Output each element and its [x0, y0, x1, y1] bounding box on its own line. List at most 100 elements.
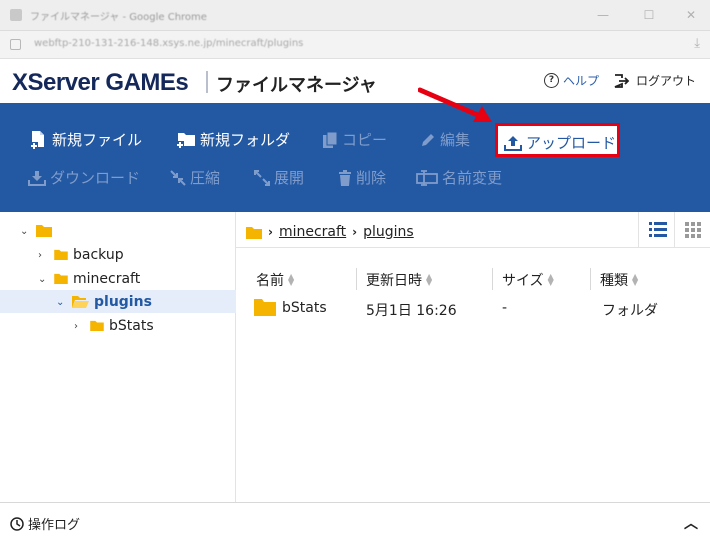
column-header-label: 種類	[600, 273, 628, 289]
minimize-window-button[interactable]: —	[590, 5, 616, 25]
column-header-modified[interactable]: 更新日時 ▲ ▼	[366, 270, 432, 290]
rename-label: 名前変更	[442, 169, 503, 187]
clock-icon	[10, 516, 24, 531]
chevron-up-icon[interactable]: ︿	[684, 513, 698, 533]
column-header-label: サイズ	[502, 273, 544, 289]
rename-icon	[416, 169, 438, 186]
download-icon[interactable]: ⤓	[694, 36, 700, 51]
compress-button[interactable]: 圧縮	[170, 167, 220, 188]
row-type: フォルダ	[602, 303, 658, 319]
operation-log-bar[interactable]: 操作ログ ︿	[0, 502, 710, 541]
download-label: ダウンロード	[50, 169, 141, 187]
url-text: webftp-210-131-216-148.xsys.ne.jp/minecr…	[34, 38, 304, 49]
help-link[interactable]: ? ヘルプ	[544, 72, 599, 89]
tree-item-label: minecraft	[73, 270, 141, 287]
copy-icon	[323, 131, 338, 148]
folder-icon	[54, 249, 68, 260]
new-folder-button[interactable]: 新規フォルダ	[176, 129, 290, 150]
copy-button[interactable]: コピー	[322, 129, 387, 150]
column-header-type[interactable]: 種類 ▲ ▼	[600, 270, 638, 290]
row-size: -	[502, 300, 508, 316]
breadcrumb-minecraft[interactable]: minecraft	[279, 224, 346, 240]
column-header-size[interactable]: サイズ ▲ ▼	[502, 270, 554, 290]
new-folder-label: 新規フォルダ	[200, 131, 291, 149]
chevron-right-icon: ›	[268, 225, 273, 239]
new-file-button[interactable]: 新規ファイル	[30, 129, 142, 150]
upload-label: アップロード	[526, 134, 617, 152]
delete-label: 削除	[356, 169, 387, 187]
column-divider[interactable]	[492, 268, 493, 290]
maximize-window-button[interactable]: ☐	[636, 5, 662, 25]
chevron-right-icon[interactable]: ›	[74, 321, 84, 332]
sort-icon: ▲ ▼	[288, 272, 295, 287]
toolbar: 新規ファイル 新規フォルダ コピー 編集 アップロード ダウンロード 圧縮 展開…	[0, 103, 710, 212]
download-button[interactable]: ダウンロード	[28, 167, 140, 188]
address-bar[interactable]: webftp-210-131-216-148.xsys.ne.jp/minecr…	[0, 31, 710, 59]
new-folder-icon	[176, 132, 195, 149]
column-header-name[interactable]: 名前 ▲ ▼	[256, 270, 294, 290]
column-divider[interactable]	[356, 268, 357, 290]
upload-button[interactable]: アップロード	[504, 132, 616, 153]
tree-item-label: plugins	[94, 293, 152, 310]
home-folder-icon[interactable]	[246, 226, 262, 239]
breadcrumb-plugins[interactable]: plugins	[363, 224, 414, 240]
header-divider	[206, 71, 208, 93]
tree-item-backup[interactable]: › backup	[0, 243, 273, 266]
column-divider[interactable]	[590, 268, 591, 290]
tree-item-label: backup	[73, 246, 124, 263]
chevron-down-icon[interactable]: ⌄	[56, 297, 66, 308]
delete-button[interactable]: 削除	[338, 167, 386, 188]
upload-icon	[504, 135, 522, 151]
folder-icon	[90, 320, 104, 331]
edit-button[interactable]: 編集	[420, 129, 470, 150]
sort-icon: ▲ ▼	[547, 272, 554, 287]
brand-logo: XServer GAMEs	[12, 69, 189, 96]
folder-tree: ⌄ › backup ⌄ minecraft ⌄ plugins › bStat…	[0, 212, 291, 502]
column-header-label: 名前	[256, 273, 284, 289]
folder-icon	[254, 299, 276, 316]
tree-item-minecraft[interactable]: ⌄ minecraft	[0, 267, 273, 290]
question-icon: ?	[544, 73, 559, 88]
grid-view-icon[interactable]	[685, 222, 701, 238]
breadcrumb-divider	[236, 247, 710, 248]
extract-button[interactable]: 展開	[254, 167, 304, 188]
logout-icon	[614, 73, 630, 88]
browser-titlebar: ファイルマネージャ - Google Chrome — ☐ ✕	[0, 0, 710, 31]
site-info-icon[interactable]	[10, 39, 21, 50]
tree-item-label: bStats	[109, 317, 154, 334]
row-modified: 5月1日 16:26	[366, 303, 457, 319]
operation-log-label: 操作ログ	[28, 518, 81, 533]
expand-icon	[254, 169, 270, 186]
folder-icon	[36, 225, 52, 237]
compress-label: 圧縮	[190, 169, 221, 187]
row-name[interactable]: bStats	[282, 300, 327, 316]
folder-open-icon	[72, 296, 89, 308]
compress-icon	[170, 169, 186, 186]
trash-icon	[339, 169, 351, 186]
app-header: XServer GAMEs ファイルマネージャ ? ヘルプ ログアウト	[0, 59, 710, 103]
view-toggle	[638, 212, 710, 247]
download-icon	[28, 170, 46, 186]
annotation-arrow	[418, 87, 492, 122]
pencil-icon	[422, 133, 434, 146]
rename-button[interactable]: 名前変更	[416, 167, 502, 188]
logout-button[interactable]: ログアウト	[614, 72, 696, 89]
close-window-button[interactable]: ✕	[678, 5, 704, 25]
folder-open-icon	[54, 273, 68, 284]
edit-label: 編集	[440, 131, 471, 149]
help-label: ヘルプ	[563, 74, 600, 88]
tree-item-root[interactable]: ⌄	[0, 219, 255, 242]
upload-highlight-box: アップロード	[495, 123, 620, 157]
app-title: ファイルマネージャ	[216, 75, 377, 96]
list-view-icon[interactable]	[649, 222, 667, 237]
new-file-label: 新規ファイル	[52, 131, 143, 149]
operation-log-toggle[interactable]: 操作ログ	[10, 514, 80, 533]
browser-title: ファイルマネージャ - Google Chrome	[30, 12, 207, 23]
chevron-down-icon[interactable]: ⌄	[20, 226, 30, 237]
logout-label: ログアウト	[636, 74, 697, 88]
column-header-label: 更新日時	[366, 273, 422, 289]
copy-label: コピー	[342, 131, 388, 149]
chevron-down-icon[interactable]: ⌄	[38, 274, 48, 285]
chevron-right-icon[interactable]: ›	[38, 250, 48, 261]
browser-app-icon	[10, 9, 22, 21]
